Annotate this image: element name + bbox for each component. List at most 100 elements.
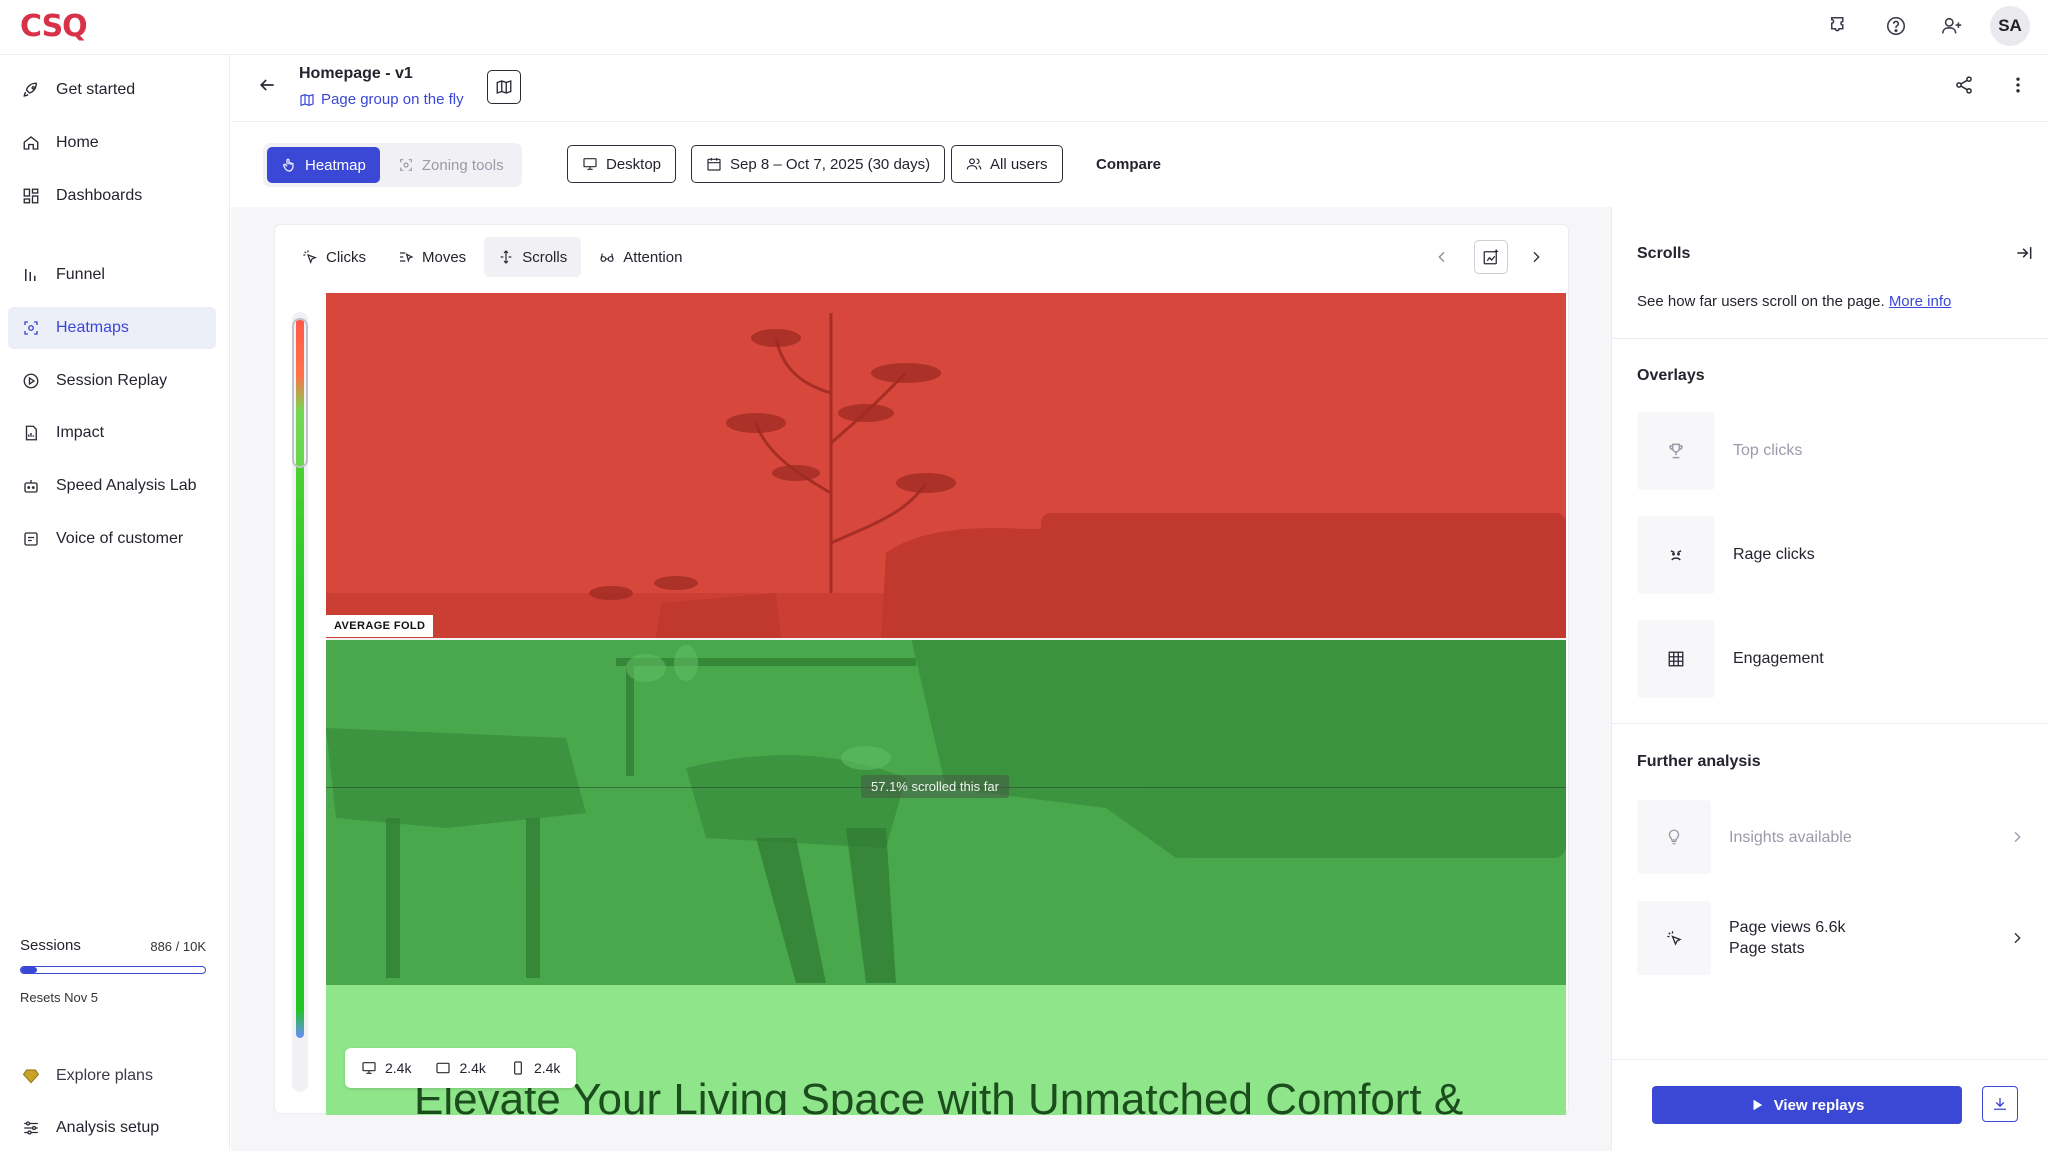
users-icon xyxy=(966,158,982,170)
tab-scrolls[interactable]: Scrolls xyxy=(484,237,582,277)
sidebar-item-impact[interactable]: Impact xyxy=(8,412,216,454)
segment-selector[interactable]: All users xyxy=(951,145,1063,183)
dashboard-icon xyxy=(20,185,42,207)
heatmap-toolbar: Heatmap Zoning tools Desktop Sep 8 – Oct… xyxy=(231,123,2048,207)
sidebar-item-label: Funnel xyxy=(56,266,105,283)
sidebar-item-funnel[interactable]: Funnel xyxy=(8,254,216,296)
sidebar-item-label: Dashboards xyxy=(56,187,143,204)
hand-pointer-icon xyxy=(283,158,294,172)
tab-attention[interactable]: Attention xyxy=(585,237,696,277)
sessions-progress-bar xyxy=(20,966,206,974)
zoning-tools-label: Zoning tools xyxy=(421,156,504,174)
app-logo[interactable]: CSQ xyxy=(20,9,88,44)
heatmap-icon xyxy=(20,317,42,339)
collapse-panel-icon[interactable] xyxy=(2014,243,2034,263)
legend-viewport-handle[interactable] xyxy=(292,318,308,468)
click-sparkle-icon xyxy=(1637,901,1711,975)
mobile-count[interactable]: 2.4k xyxy=(510,1060,560,1076)
heatmap-zone-medium xyxy=(326,638,1566,985)
tablet-count-value: 2.4k xyxy=(459,1060,486,1076)
page-views-label: Page views 6.6k xyxy=(1729,919,1846,936)
sessions-usage: Sessions 886 / 10K Resets Nov 5 xyxy=(20,937,206,1005)
help-icon[interactable] xyxy=(1878,8,1914,44)
moves-icon xyxy=(400,252,414,263)
analysis-setup-link[interactable]: Analysis setup xyxy=(8,1107,216,1149)
sessions-count: 886 / 10K xyxy=(150,939,206,954)
insights-row[interactable]: Insights available xyxy=(1637,800,2027,874)
sidebar-item-voice-of-customer[interactable]: Voice of customer xyxy=(8,518,216,560)
desktop-count[interactable]: 2.4k xyxy=(361,1060,411,1076)
sidebar-item-get-started[interactable]: Get started xyxy=(8,69,216,111)
download-button[interactable] xyxy=(1982,1086,2018,1122)
map-icon xyxy=(300,93,314,106)
home-icon xyxy=(20,132,42,154)
trophy-icon xyxy=(1637,412,1715,490)
page-map-button[interactable] xyxy=(487,70,521,104)
more-vertical-icon[interactable] xyxy=(2008,75,2028,95)
page-stats-row[interactable]: Page views 6.6k Page stats xyxy=(1637,901,2027,975)
glasses-icon xyxy=(600,253,614,262)
overlay-top-clicks[interactable]: Top clicks xyxy=(1637,412,2027,490)
sidebar-item-heatmaps[interactable]: Heatmaps xyxy=(8,307,216,349)
explore-plans-link[interactable]: Explore plans xyxy=(8,1055,216,1097)
top-bar: CSQ SA xyxy=(0,0,2048,55)
panel-description: See how far users scroll on the page. Mo… xyxy=(1637,293,1951,310)
overlay-label: Top clicks xyxy=(1733,442,1803,459)
zoning-tools-button[interactable]: Zoning tools xyxy=(384,147,518,183)
compare-button[interactable]: Compare xyxy=(1096,145,1161,183)
desktop-icon xyxy=(362,1062,376,1074)
play-icon xyxy=(1753,1099,1762,1111)
average-fold-line xyxy=(326,638,1566,640)
scroll-arrows-icon xyxy=(500,250,512,264)
integrations-icon[interactable] xyxy=(1822,8,1858,44)
further-analysis-heading: Further analysis xyxy=(1637,753,1761,770)
more-info-link[interactable]: More info xyxy=(1889,293,1952,310)
sidebar: Get started Home Dashboards Funnel Heatm… xyxy=(0,55,230,1151)
map-icon xyxy=(496,80,512,94)
view-replays-button[interactable]: View replays xyxy=(1652,1086,1962,1124)
page-group-link[interactable]: Page group on the fly xyxy=(299,91,464,108)
divider xyxy=(1612,1059,2048,1060)
mode-switch: Heatmap Zoning tools xyxy=(263,143,522,187)
date-range-label: Sep 8 – Oct 7, 2025 (30 days) xyxy=(730,155,931,173)
sidebar-item-dashboards[interactable]: Dashboards xyxy=(8,175,216,217)
sidebar-item-label: Speed Analysis Lab xyxy=(56,477,197,494)
scroll-depth-tooltip: 57.1% scrolled this far xyxy=(861,775,1009,798)
date-range-picker[interactable]: Sep 8 – Oct 7, 2025 (30 days) xyxy=(691,145,946,183)
insights-label: Insights available xyxy=(1729,828,1852,846)
tablet-count[interactable]: 2.4k xyxy=(435,1060,486,1076)
tab-clicks[interactable]: Clicks xyxy=(288,237,380,277)
click-icon xyxy=(303,250,318,265)
analysis-setup-label: Analysis setup xyxy=(56,1119,160,1136)
page-stats-text: Page views 6.6k Page stats xyxy=(1729,917,2007,959)
sidebar-item-session-replay[interactable]: Session Replay xyxy=(8,360,216,402)
settings-sliders-icon xyxy=(20,1117,42,1139)
divider xyxy=(1612,723,2048,724)
sidebar-item-speed-analysis-lab[interactable]: Speed Analysis Lab xyxy=(8,465,216,507)
lightbulb-icon xyxy=(1637,800,1711,874)
header-actions xyxy=(1954,75,2028,95)
overlay-engagement[interactable]: Engagement xyxy=(1637,620,2027,698)
sidebar-item-label: Impact xyxy=(56,424,105,441)
back-arrow-icon[interactable] xyxy=(257,75,277,95)
page-group-label: Page group on the fly xyxy=(321,91,464,108)
scroll-heatmap[interactable]: Elevate Your Living Space with Unmatched… xyxy=(326,293,1566,1115)
segment-label: All users xyxy=(990,155,1048,173)
screenshot-button[interactable] xyxy=(1474,240,1508,274)
tab-label: Attention xyxy=(623,248,683,266)
zoning-icon xyxy=(399,159,412,171)
next-page-icon[interactable] xyxy=(1524,237,1548,277)
rocket-icon xyxy=(20,79,42,101)
overlay-rage-clicks[interactable]: Rage clicks xyxy=(1637,516,2027,594)
heatmap-mode-button[interactable]: Heatmap xyxy=(267,147,380,183)
share-icon[interactable] xyxy=(1954,75,1974,95)
avatar[interactable]: SA xyxy=(1990,6,2030,46)
sidebar-item-home[interactable]: Home xyxy=(8,122,216,164)
previous-page-icon[interactable] xyxy=(1430,237,1454,277)
tab-moves[interactable]: Moves xyxy=(384,237,480,277)
device-selector[interactable]: Desktop xyxy=(567,145,677,183)
download-icon xyxy=(1994,1098,2006,1110)
invite-user-icon[interactable] xyxy=(1934,8,1970,44)
chevron-right-icon xyxy=(2007,930,2027,946)
page-header: Homepage - v1 Page group on the fly xyxy=(231,55,2048,122)
